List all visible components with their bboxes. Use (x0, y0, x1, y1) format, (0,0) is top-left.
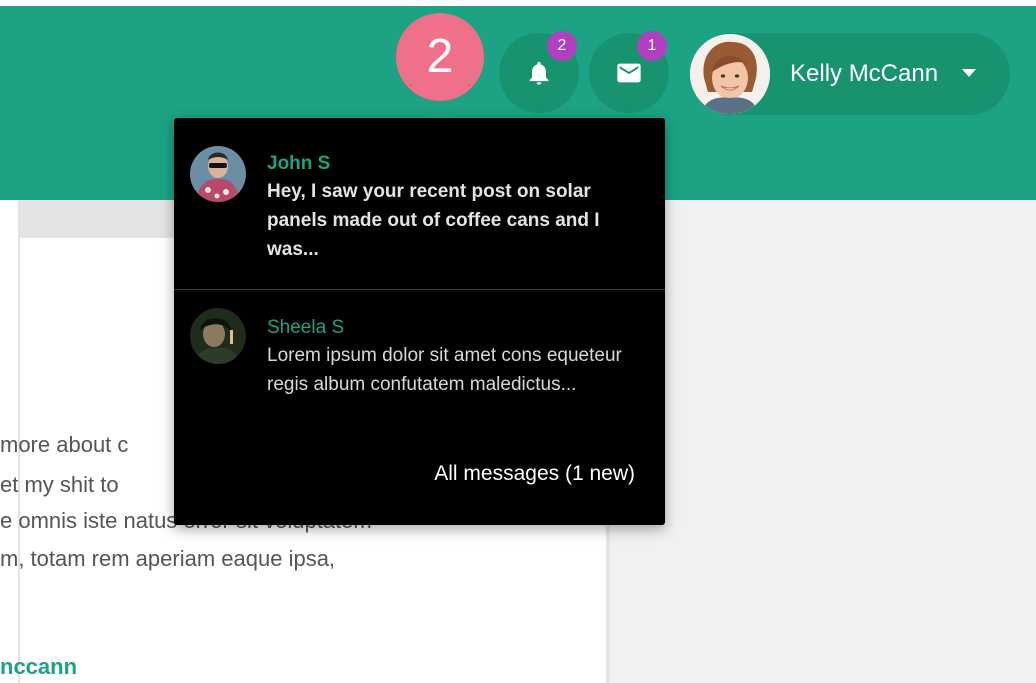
sender-name: Sheela S (267, 317, 345, 338)
messages-button[interactable]: 1 (589, 31, 669, 113)
sender-avatar (190, 146, 246, 202)
message-divider (174, 289, 665, 290)
bell-icon (529, 61, 549, 85)
message-snippet: Hey, I saw your recent post on solar pan… (267, 181, 600, 260)
body-text-line-4: m, totam rem aperiam eaque ipsa, (0, 546, 336, 571)
sender-name: John S (267, 153, 331, 174)
body-text-line-1: more about c (0, 432, 129, 457)
messages-dropdown: John S Hey, I saw your recent post on so… (174, 118, 665, 525)
user-avatar (690, 34, 770, 114)
author-profile-link[interactable]: nccann (0, 654, 77, 680)
all-messages-link[interactable]: All messages (1 new) (434, 462, 635, 486)
mail-icon (617, 63, 641, 83)
message-snippet: Lorem ipsum dolor sit amet cons equeteur… (267, 345, 622, 395)
sender-avatar (190, 308, 246, 364)
body-text-line-2: et my shit to (0, 472, 119, 497)
caret-down-icon (962, 69, 976, 77)
top-strip (0, 0, 1036, 6)
user-menu[interactable]: Kelly McCann (690, 33, 1010, 115)
step-number-badge: 2 (396, 13, 484, 101)
messages-count-badge: 1 (637, 31, 667, 61)
right-sidebar (607, 200, 1036, 683)
notifications-count-badge: 2 (547, 31, 577, 61)
user-name: Kelly McCann (790, 60, 939, 87)
notifications-button[interactable]: 2 (499, 31, 579, 113)
